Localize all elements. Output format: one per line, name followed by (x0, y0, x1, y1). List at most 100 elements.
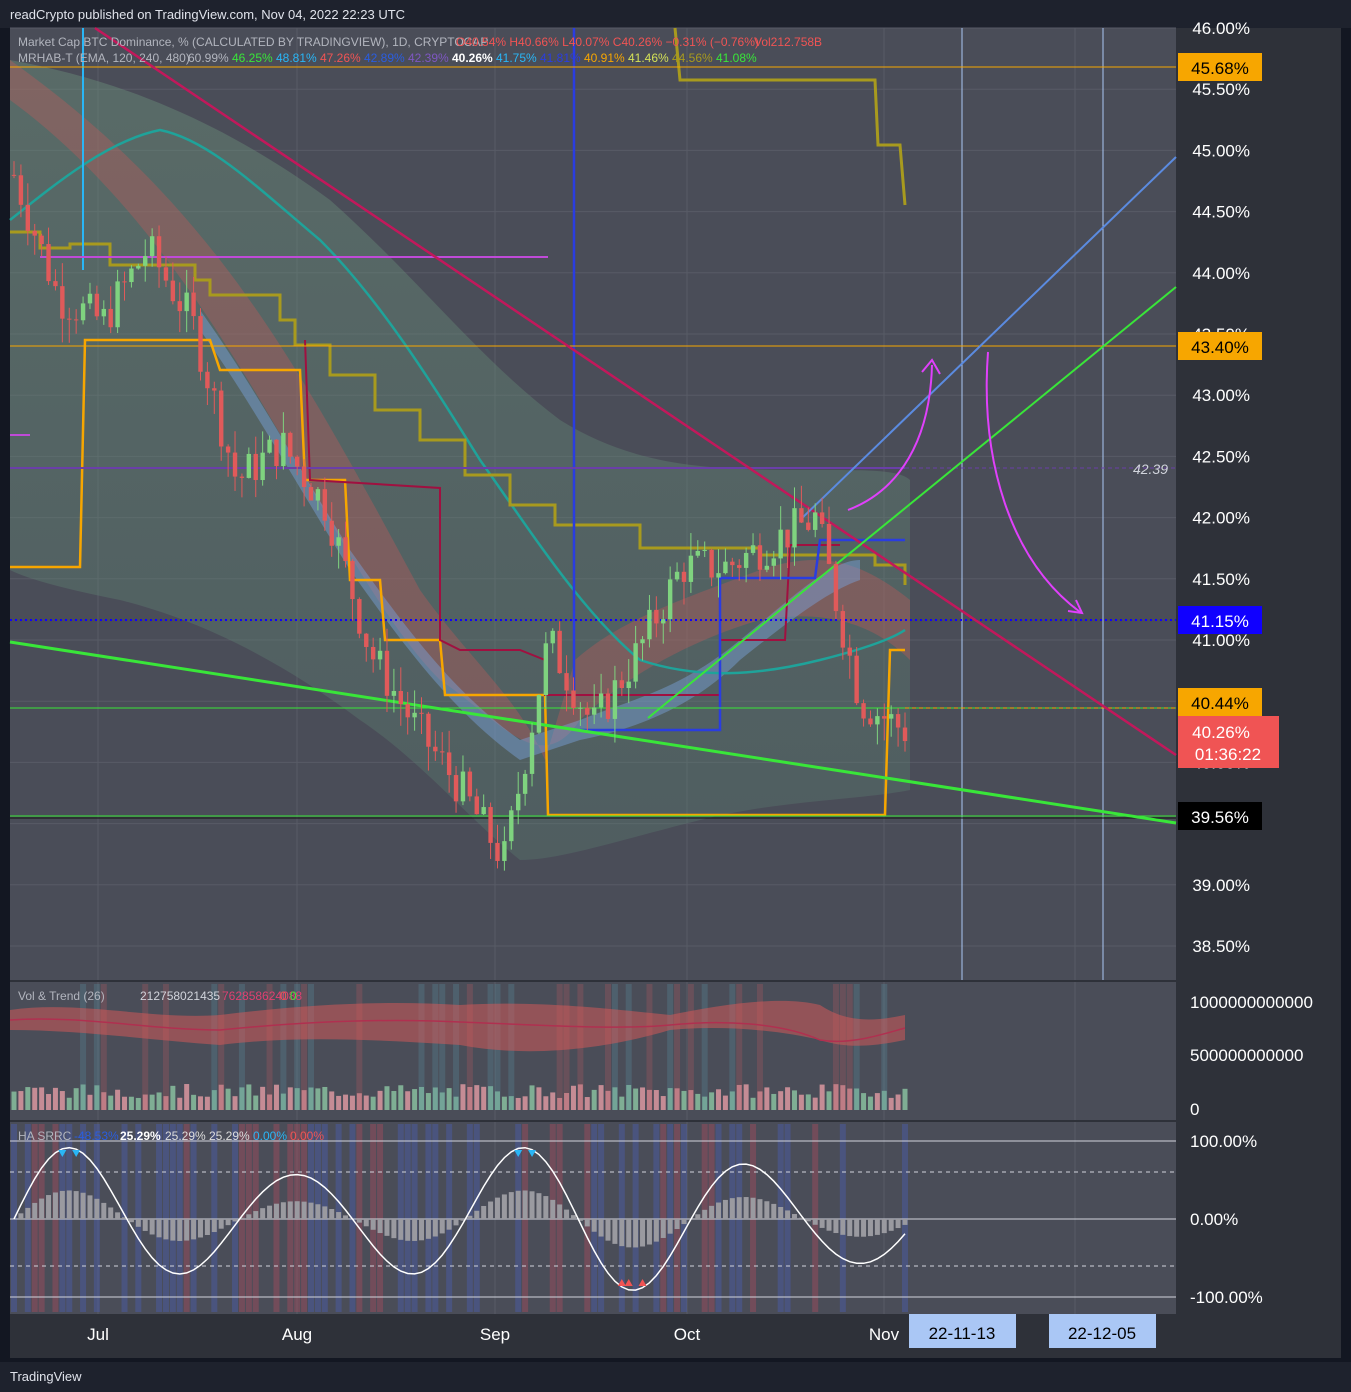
candle-body (67, 318, 72, 320)
osc-hist-bar (191, 1219, 197, 1240)
candle-body (149, 236, 155, 257)
vol-tick-500b: 500000000000 (1190, 1046, 1303, 1065)
candle-body (750, 545, 756, 553)
osc-hist-bar (135, 1219, 141, 1227)
osc-bg-bar (232, 1124, 239, 1312)
osc-hist-bar (46, 1195, 52, 1219)
svg-text:39.56%: 39.56% (1191, 808, 1249, 827)
legend-indicator-value: 40.91% (584, 51, 625, 65)
candle-body (757, 545, 763, 570)
candle-body (529, 732, 535, 774)
volume-bar (874, 1093, 880, 1110)
volume-bar (536, 1087, 542, 1110)
osc-hist-bar (163, 1219, 169, 1240)
osc-hist-bar (550, 1199, 556, 1219)
candle-body (743, 552, 749, 568)
marker-42-39: 42.39 (1133, 461, 1168, 477)
price-label-41-15: 41.15% (1178, 606, 1262, 634)
candle-body (806, 522, 811, 530)
volume-bar (349, 1095, 355, 1110)
vol-bg-bar (605, 984, 611, 1110)
candle-body (136, 265, 141, 269)
osc-bg-bar (598, 1124, 605, 1312)
volume-bar (197, 1096, 203, 1110)
osc-hist-bar (570, 1215, 576, 1219)
legend-vol: Vol212.758B (754, 35, 822, 49)
osc-hist-bar (681, 1219, 687, 1225)
osc-hist-bar (805, 1219, 811, 1222)
osc-hist-bar (626, 1219, 632, 1248)
candle-body (322, 489, 328, 521)
osc-value-3: 25.29% (165, 1129, 206, 1143)
chart-canvas[interactable]: 46.00%45.50%45.00%44.50%44.00%43.50%43.0… (0, 0, 1351, 1392)
volume-bar (52, 1087, 58, 1110)
candle-body (274, 439, 279, 467)
volume-bar (425, 1093, 431, 1110)
volume-bar (522, 1096, 528, 1110)
osc-tick-100: 100.00% (1190, 1132, 1257, 1151)
vol-tick-1t: 1000000000000 (1190, 993, 1313, 1012)
candle-body (288, 432, 293, 457)
volume-bar (108, 1095, 114, 1110)
osc-hist-bar (308, 1202, 314, 1219)
svg-text:01:36:22: 01:36:22 (1195, 745, 1261, 764)
osc-hist-bar (156, 1219, 162, 1238)
osc-hist-bar (211, 1219, 217, 1233)
candle-body (840, 611, 846, 648)
time-label-sep: Sep (480, 1325, 510, 1344)
osc-hist-bar (522, 1190, 528, 1219)
price-tick-label: 41.50% (1192, 570, 1250, 589)
osc-bg-bar (176, 1124, 183, 1312)
osc-hist-bar (474, 1210, 480, 1219)
osc-bg-bar (404, 1124, 411, 1312)
osc-hist-bar (861, 1219, 867, 1237)
candle-body (391, 691, 397, 696)
volume-bar (529, 1085, 535, 1110)
osc-hist-bar (336, 1212, 342, 1219)
osc-hist-bar (446, 1219, 452, 1230)
candle-body (654, 609, 659, 624)
osc-bg-bar (902, 1124, 908, 1312)
candle-body (591, 707, 597, 715)
osc-bg-bar (680, 1124, 687, 1312)
osc-bg-bar (190, 1124, 197, 1312)
vol-bg-bar (674, 984, 681, 1110)
price-tick-label: 46.00% (1192, 19, 1250, 38)
volume-bar (66, 1097, 72, 1110)
vol-bg-bar (832, 984, 839, 1110)
candle-body (875, 716, 880, 725)
legend-ohlc: O40.54% H40.66% L40.07% C40.26% −0.31% (… (456, 35, 759, 49)
candle-body (260, 452, 265, 481)
osc-hist-bar (881, 1219, 887, 1234)
price-tick-label: 44.50% (1192, 203, 1250, 222)
volume-bar (785, 1087, 791, 1110)
osc-hist-bar (412, 1219, 418, 1241)
vol-bg-bar (625, 984, 632, 1110)
osc-hist-bar (128, 1219, 134, 1223)
volume-bar (640, 1087, 646, 1110)
osc-hist-bar (267, 1205, 273, 1219)
candle-body (440, 751, 445, 753)
time-label-aug: Aug (282, 1325, 312, 1344)
osc-hist-bar (260, 1208, 266, 1219)
osc-hist-bar (646, 1219, 652, 1245)
volume-bar (260, 1086, 266, 1110)
candle-body (453, 775, 459, 802)
osc-hist-bar (695, 1214, 701, 1219)
osc-hist-bar (847, 1219, 853, 1237)
vol-title: Vol & Trend (26) (18, 989, 105, 1003)
volume-bar (246, 1084, 252, 1110)
price-label-current: 40.26% 01:36:22 (1178, 716, 1279, 768)
volume-bar (743, 1084, 749, 1110)
osc-bg-bar (169, 1124, 176, 1312)
osc-hist-bar (619, 1219, 625, 1247)
volume-bar (184, 1084, 190, 1110)
volume-bar (73, 1088, 79, 1110)
osc-hist-bar (225, 1219, 231, 1226)
price-tick-label: 38.50% (1192, 937, 1250, 956)
osc-hist-bar (218, 1219, 224, 1229)
volume-bar (798, 1094, 804, 1110)
osc-hist-bar (702, 1209, 708, 1219)
candle-body (212, 388, 217, 391)
candle-body (778, 529, 783, 559)
